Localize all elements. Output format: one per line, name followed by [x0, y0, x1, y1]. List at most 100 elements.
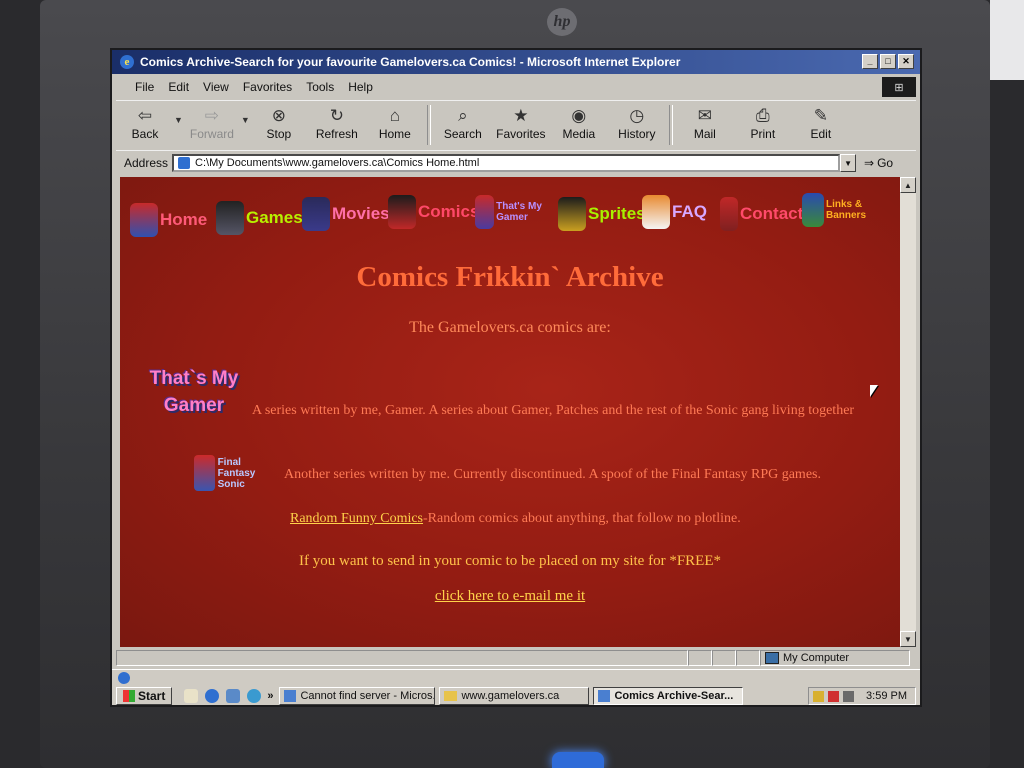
- favorites-button[interactable]: ★ Favorites: [492, 101, 550, 141]
- folder-icon: [444, 691, 458, 701]
- ie-icon: [284, 690, 297, 702]
- edit-button[interactable]: ✎ Edit: [792, 101, 850, 141]
- mail-label: Mail: [693, 127, 716, 141]
- nav-home-label: Home: [160, 210, 208, 229]
- status-pane: [736, 650, 760, 666]
- stop-button[interactable]: ⊗ Stop: [250, 101, 308, 141]
- go-button[interactable]: ⇒ Go: [864, 156, 893, 170]
- nav-faq[interactable]: FAQ: [642, 195, 707, 229]
- media-button[interactable]: ◉ Media: [550, 101, 608, 141]
- refresh-label: Refresh: [315, 127, 358, 141]
- window-titlebar[interactable]: e Comics Archive-Search for your favouri…: [112, 50, 920, 74]
- background-light: [990, 0, 1024, 80]
- nav-home[interactable]: Home: [130, 203, 207, 237]
- minimize-button[interactable]: _: [862, 54, 878, 69]
- start-button[interactable]: Start: [116, 687, 173, 705]
- volume-icon[interactable]: [843, 690, 854, 702]
- quick-launch-overflow-icon[interactable]: »: [267, 690, 273, 702]
- explorer-icon[interactable]: [226, 689, 241, 703]
- vertical-scrollbar[interactable]: ▲ ▼: [900, 177, 916, 647]
- sprite-icon: [388, 195, 416, 229]
- home-button[interactable]: ⌂ Home: [366, 101, 424, 141]
- nav-thats-my-gamer[interactable]: That's My Gamer: [475, 195, 551, 229]
- home-icon: ⌂: [389, 106, 400, 125]
- menu-favorites[interactable]: Favorites: [236, 80, 299, 94]
- history-label: History: [618, 127, 656, 141]
- ie-icon[interactable]: e: [120, 55, 134, 69]
- email-link[interactable]: click here to e-mail me it: [435, 588, 585, 604]
- menu-file[interactable]: File: [128, 80, 161, 94]
- hp-logo: hp: [547, 8, 577, 36]
- refresh-button[interactable]: ↻ Refresh: [308, 101, 366, 141]
- my-computer-icon: [765, 652, 779, 664]
- system-tray: 3:59 PM: [808, 687, 916, 705]
- menu-edit[interactable]: Edit: [161, 80, 196, 94]
- quick-launch: [184, 689, 262, 703]
- window-title: Comics Archive-Search for your favourite…: [140, 55, 681, 69]
- final-fantasy-sonic-logo-text: Final Fantasy Sonic: [217, 456, 256, 490]
- mail-button[interactable]: ✉ Mail: [676, 101, 734, 141]
- nav-links-banners[interactable]: Links & Banners: [802, 193, 888, 227]
- site-nav: Home Games Movies Comics That's My Gamer…: [130, 193, 890, 239]
- forward-arrow-icon: ⇨: [204, 106, 220, 125]
- nav-movies[interactable]: Movies: [302, 197, 390, 231]
- movie-camera-icon: [302, 197, 330, 231]
- intro-text: The Gamelovers.ca comics are:: [409, 319, 611, 336]
- outlook-icon[interactable]: [247, 689, 262, 703]
- status-pane: [688, 650, 712, 666]
- ie-icon[interactable]: [118, 672, 130, 684]
- forward-button[interactable]: ⇨ Forward: [183, 101, 241, 141]
- random-comics-link[interactable]: Random Funny Comics: [290, 511, 423, 526]
- nav-sprites-label: Sprites: [588, 204, 646, 223]
- nav-comics[interactable]: Comics: [388, 195, 479, 229]
- media-label: Media: [562, 127, 596, 141]
- forward-label: Forward: [189, 127, 234, 141]
- address-dropdown-icon[interactable]: ▼: [840, 154, 857, 172]
- task-button-active[interactable]: Comics Archive-Sear...: [593, 687, 744, 705]
- nav-faq-label: FAQ: [672, 202, 707, 221]
- maximize-button[interactable]: □: [880, 54, 896, 69]
- thats-my-gamer-logo[interactable]: That`s My Gamer: [144, 365, 244, 425]
- back-button[interactable]: ⇦ Back: [116, 101, 174, 141]
- favorites-folder-icon: ★: [513, 106, 529, 125]
- windows-logo-icon: ⊞: [882, 77, 916, 97]
- print-button[interactable]: ⎙ Print: [734, 101, 792, 141]
- print-icon: ⎙: [756, 106, 770, 125]
- menu-tools[interactable]: Tools: [299, 80, 341, 94]
- nav-games-label: Games: [246, 208, 303, 227]
- back-dropdown-icon[interactable]: ▼: [174, 115, 183, 125]
- ie-icon: [598, 690, 611, 702]
- menu-bar: File Edit View Favorites Tools Help ⊞: [112, 76, 920, 98]
- show-desktop-icon[interactable]: [184, 689, 199, 703]
- nav-movies-label: Movies: [332, 204, 390, 223]
- clock[interactable]: 3:59 PM: [866, 690, 907, 702]
- menu-view[interactable]: View: [196, 80, 236, 94]
- antivirus-icon[interactable]: [828, 690, 839, 702]
- address-url: C:\My Documents\www.gamelovers.ca\Comics…: [195, 157, 480, 169]
- history-button[interactable]: ◷ History: [608, 101, 666, 141]
- sprite-icon: [475, 195, 495, 229]
- nav-games[interactable]: Games: [216, 201, 303, 235]
- address-input[interactable]: C:\My Documents\www.gamelovers.ca\Comics…: [172, 154, 841, 172]
- address-bar: Address C:\My Documents\www.gamelovers.c…: [116, 150, 916, 175]
- forward-dropdown-icon[interactable]: ▼: [241, 115, 250, 125]
- task-button[interactable]: www.gamelovers.ca: [439, 687, 590, 705]
- submit-comic-text: If you want to send in your comic to be …: [299, 553, 721, 569]
- task-button[interactable]: Cannot find server - Micros...: [279, 687, 436, 705]
- scroll-down-icon[interactable]: ▼: [900, 631, 916, 647]
- tray-icon[interactable]: [813, 690, 824, 702]
- scroll-up-icon[interactable]: ▲: [900, 177, 916, 193]
- taskbar: Start » Cannot find server - Micros... w…: [112, 669, 920, 705]
- nav-sprites[interactable]: Sprites: [558, 197, 646, 231]
- page-title: Comics Frikkin` Archive: [356, 261, 664, 293]
- back-arrow-icon: ⇦: [137, 106, 153, 125]
- taskbar-main-row: Start » Cannot find server - Micros... w…: [112, 686, 920, 705]
- nav-comics-label: Comics: [418, 202, 480, 221]
- menu-help[interactable]: Help: [341, 80, 380, 94]
- ie-icon[interactable]: [205, 689, 220, 703]
- print-label: Print: [750, 127, 776, 141]
- search-button[interactable]: ⌕ Search: [434, 101, 492, 141]
- close-button[interactable]: ✕: [898, 54, 914, 69]
- final-fantasy-sonic-logo[interactable]: Final Fantasy Sonic: [194, 455, 278, 491]
- nav-contact[interactable]: Contact: [720, 197, 803, 231]
